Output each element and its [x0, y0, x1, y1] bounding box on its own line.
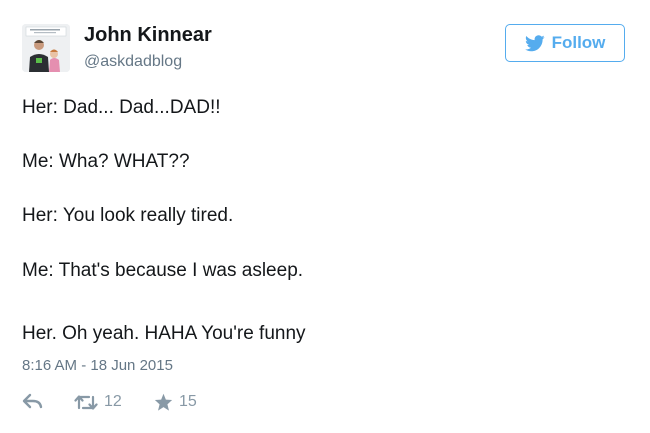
avatar-image: [22, 24, 70, 72]
tweet-line: Me: Wha? WHAT??: [22, 151, 190, 172]
favorite-count: 15: [179, 393, 197, 410]
retweet-icon: [74, 394, 98, 411]
avatar[interactable]: [22, 24, 70, 72]
tweet-line: Her: You look really tired.: [22, 205, 234, 226]
user-name[interactable]: John Kinnear: [84, 24, 212, 47]
favorite-button[interactable]: 15: [154, 393, 197, 411]
follow-label: Follow: [551, 33, 606, 52]
reply-icon: [22, 393, 43, 409]
twitter-bird-icon: [524, 34, 545, 52]
tweet-line: Me: That's because I was asleep.: [22, 260, 304, 281]
retweet-button[interactable]: 12: [74, 393, 122, 411]
tweet-timestamp[interactable]: 8:16 AM - 18 Jun 2015: [22, 357, 173, 374]
star-icon: [154, 393, 173, 411]
user-handle[interactable]: @askdadblog: [84, 53, 182, 71]
tweet-line: Her: Dad... Dad...DAD!!: [22, 97, 221, 118]
retweet-count: 12: [104, 393, 122, 410]
follow-button[interactable]: Follow: [505, 24, 625, 62]
tweet-line: Her. Oh yeah. HAHA You're funny: [22, 323, 306, 344]
reply-button[interactable]: [22, 393, 43, 409]
